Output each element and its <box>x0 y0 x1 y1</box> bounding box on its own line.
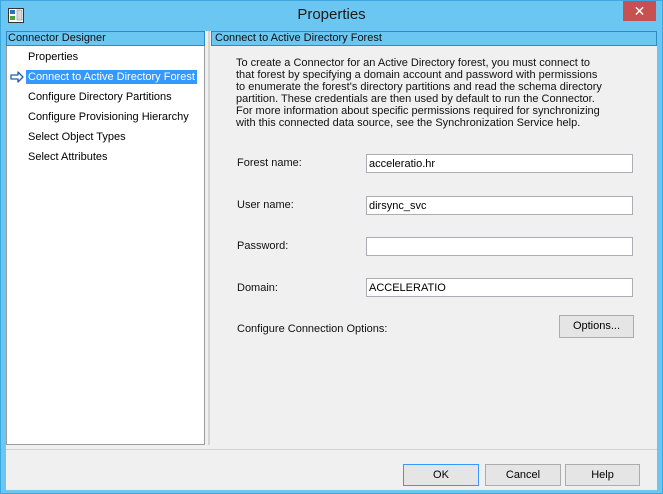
arrow-right-icon <box>10 71 24 83</box>
nav-item-provisioning-hierarchy[interactable]: Configure Provisioning Hierarchy <box>26 110 191 124</box>
nav-item-connect-ad-forest[interactable]: Connect to Active Directory Forest <box>26 70 197 84</box>
window-title: Properties <box>297 6 366 23</box>
footer-divider <box>6 449 657 450</box>
designer-nav-list: Properties Connect to Active Directory F… <box>6 46 205 445</box>
nav-item-attributes[interactable]: Select Attributes <box>26 150 110 164</box>
user-name-input[interactable] <box>366 196 633 215</box>
forest-name-label: Forest name: <box>237 157 302 169</box>
nav-item-properties[interactable]: Properties <box>26 50 80 64</box>
connect-forest-panel: Connect to Active Directory Forest To cr… <box>211 31 657 445</box>
password-input[interactable] <box>366 237 633 256</box>
domain-label: Domain: <box>237 282 278 294</box>
ok-button[interactable]: OK <box>403 464 479 486</box>
panel-splitter[interactable] <box>208 31 210 445</box>
connector-designer-header: Connector Designer <box>6 31 205 46</box>
options-button[interactable]: Options... <box>559 315 634 338</box>
cancel-button[interactable]: Cancel <box>485 464 561 486</box>
connect-forest-description: To create a Connector for an Active Dire… <box>236 57 602 129</box>
properties-window: Properties ✕ Connector Designer Properti… <box>0 0 663 494</box>
title-bar[interactable]: Properties ✕ <box>1 1 662 31</box>
connect-forest-header: Connect to Active Directory Forest <box>211 31 657 46</box>
connection-options-label: Configure Connection Options: <box>237 323 388 335</box>
close-button[interactable]: ✕ <box>623 1 656 21</box>
connector-designer-panel: Connector Designer Properties Connect to… <box>6 31 205 445</box>
help-button[interactable]: Help <box>565 464 640 486</box>
nav-item-directory-partitions[interactable]: Configure Directory Partitions <box>26 90 174 104</box>
password-label: Password: <box>237 240 289 252</box>
nav-item-object-types[interactable]: Select Object Types <box>26 130 128 144</box>
user-name-label: User name: <box>237 199 294 211</box>
forest-name-input[interactable] <box>366 154 633 173</box>
dialog-body: Connector Designer Properties Connect to… <box>6 31 657 490</box>
domain-input[interactable] <box>366 278 633 297</box>
